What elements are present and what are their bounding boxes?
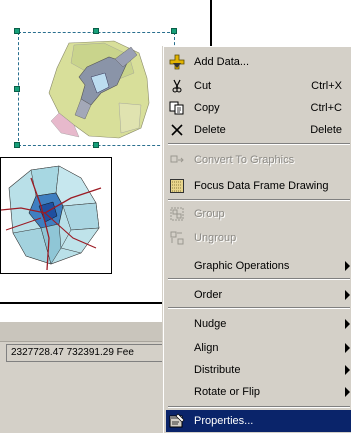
- menu-item-nudge[interactable]: Nudge: [166, 313, 351, 335]
- menu-item-group[interactable]: Group: [166, 203, 351, 225]
- menu-item-label: Add Data...: [194, 56, 250, 68]
- menu-item-label: Properties...: [194, 415, 254, 427]
- menu-item-add-data[interactable]: Add Data...: [166, 51, 351, 73]
- menu-separator: [168, 199, 350, 201]
- menu-item-graphic-operations[interactable]: Graphic Operations: [166, 255, 351, 277]
- menu-separator: [168, 143, 350, 145]
- menu-item-label: Align: [194, 342, 219, 354]
- detail-map: [0, 165, 102, 271]
- menu-item-label: Ungroup: [194, 232, 237, 244]
- selection-handle[interactable]: [171, 28, 177, 34]
- data-frame[interactable]: [0, 157, 112, 274]
- menu-item-rotate-or-flip[interactable]: Rotate or Flip: [166, 381, 351, 403]
- properties-icon: [166, 410, 188, 432]
- selection-handle[interactable]: [14, 86, 20, 92]
- menu-item-ungroup[interactable]: Ungroup: [166, 227, 351, 249]
- submenu-arrow-icon: [345, 319, 350, 329]
- menu-item-label: Convert To Graphics: [194, 154, 295, 166]
- menu-separator: [168, 406, 350, 408]
- coordinate-readout: 2327728.47 732391.29 Fee: [6, 344, 168, 362]
- menu-item-label: Cut: [194, 80, 212, 92]
- menu-item-label: Order: [194, 289, 223, 301]
- menu-item-label: Copy: [194, 102, 220, 114]
- convert-graphics-icon: [166, 149, 188, 171]
- menu-separator: [168, 307, 350, 309]
- copy-icon: [166, 97, 188, 119]
- menu-item-cut[interactable]: Cut Ctrl+X: [166, 75, 351, 97]
- selection-handle[interactable]: [14, 28, 20, 34]
- menu-item-distribute[interactable]: Distribute: [166, 359, 351, 381]
- menu-item-label: Group: [194, 208, 225, 220]
- menu-item-label: Focus Data Frame Drawing: [194, 180, 329, 192]
- selection-handle[interactable]: [14, 142, 20, 148]
- status-bar: [0, 322, 165, 433]
- menu-item-label: Nudge: [194, 318, 227, 330]
- ungroup-icon: [166, 227, 188, 249]
- menu-item-copy[interactable]: Copy Ctrl+C: [166, 97, 351, 119]
- menu-item-convert-to-graphics[interactable]: Convert To Graphics: [166, 149, 351, 171]
- menu-item-label: Graphic Operations: [194, 260, 290, 272]
- menu-item-shortcut: Ctrl+C: [310, 102, 342, 114]
- group-icon: [166, 203, 188, 225]
- submenu-arrow-icon: [345, 387, 350, 397]
- add-data-icon: [166, 51, 188, 73]
- menu-item-properties[interactable]: Properties...: [166, 410, 351, 432]
- submenu-arrow-icon: [345, 261, 350, 271]
- submenu-arrow-icon: [345, 290, 350, 300]
- menu-item-order[interactable]: Order: [166, 284, 351, 306]
- submenu-arrow-icon: [345, 365, 350, 375]
- menu-item-align[interactable]: Align: [166, 337, 351, 359]
- menu-item-shortcut: Ctrl+X: [311, 80, 342, 92]
- menu-separator: [168, 278, 350, 280]
- focus-frame-icon: [166, 175, 188, 197]
- page-border-line: [0, 302, 165, 304]
- menu-item-shortcut: Delete: [310, 124, 342, 136]
- selection-handle[interactable]: [93, 142, 99, 148]
- selection-handle[interactable]: [93, 28, 99, 34]
- menu-item-label: Distribute: [194, 364, 241, 376]
- overview-map: [48, 40, 150, 139]
- context-menu[interactable]: Add Data... Cut Ctrl+X Copy Ctrl+C Delet…: [163, 46, 351, 433]
- menu-item-delete[interactable]: Delete Delete: [166, 119, 351, 141]
- selected-data-frame[interactable]: [18, 32, 175, 146]
- scissors-icon: [166, 75, 188, 97]
- submenu-arrow-icon: [345, 343, 350, 353]
- menu-item-focus-data-frame-drawing[interactable]: Focus Data Frame Drawing: [166, 175, 351, 197]
- delete-x-icon: [166, 119, 188, 141]
- menu-item-label: Delete: [194, 124, 226, 136]
- status-bar-edge: [0, 322, 165, 342]
- menu-item-label: Rotate or Flip: [194, 386, 261, 398]
